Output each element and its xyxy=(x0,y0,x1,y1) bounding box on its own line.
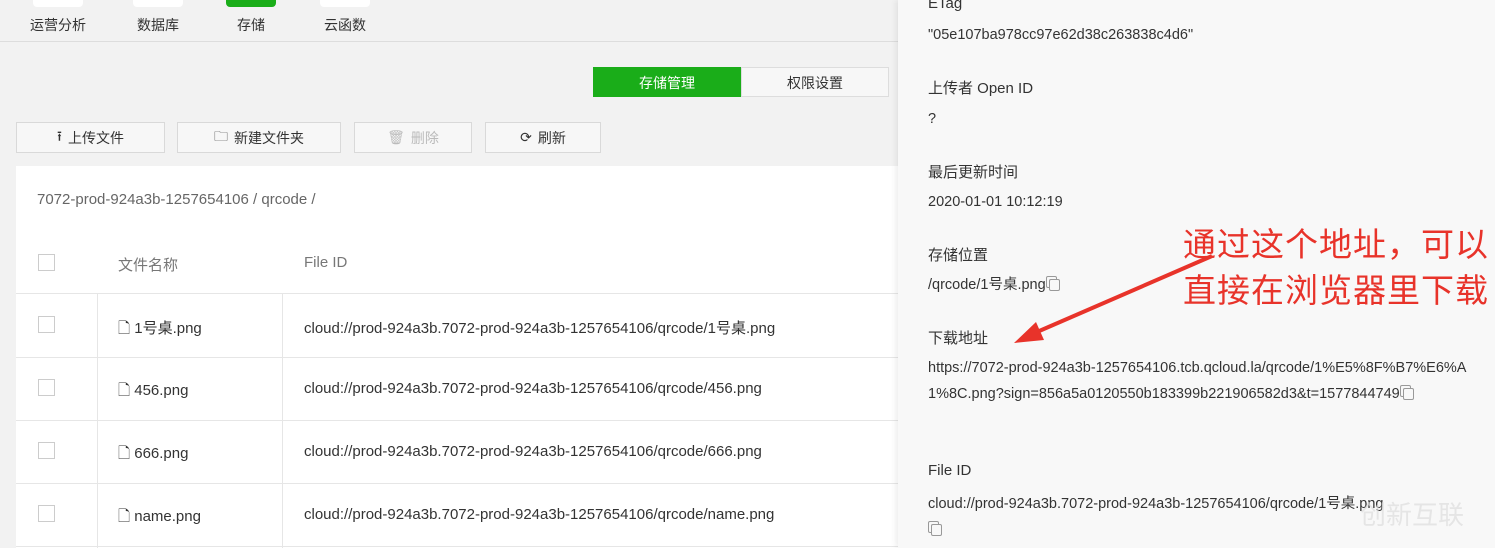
watermark: 创新互联 xyxy=(1360,500,1465,530)
annotation-text: 通过这个地址，可以 直接在浏览器里下载 xyxy=(1183,226,1489,309)
